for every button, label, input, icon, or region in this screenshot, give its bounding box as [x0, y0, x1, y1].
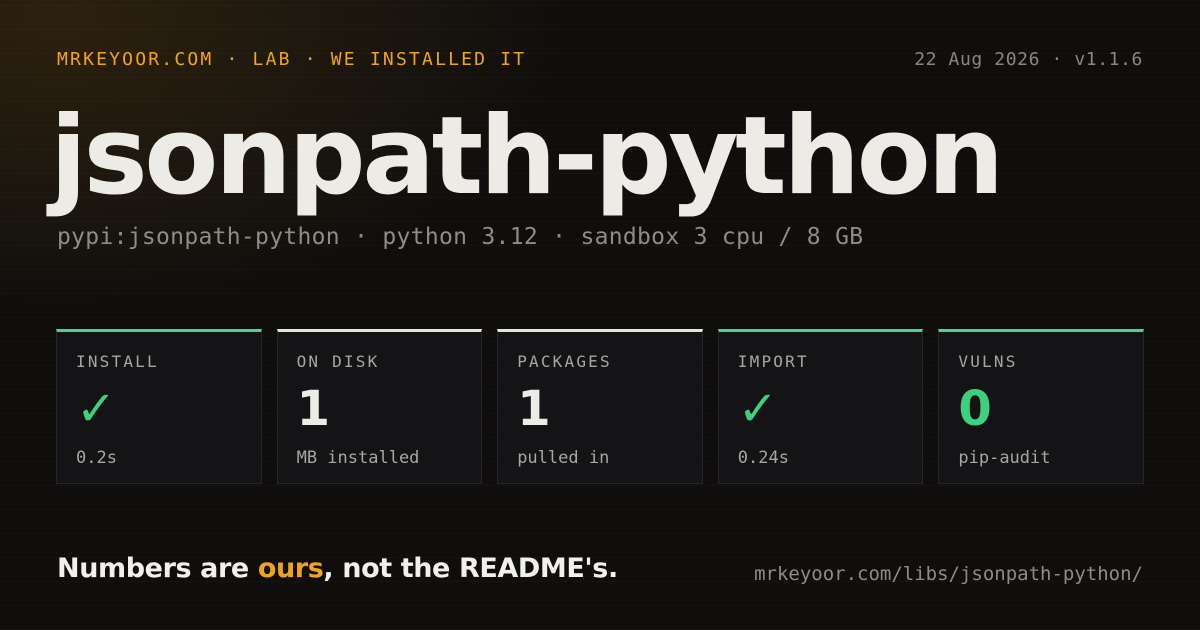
stat-card-install: INSTALL ✓ 0.2s	[56, 329, 262, 484]
stat-value: 0	[958, 381, 992, 437]
tagline: Numbers are ours, not the README's.	[57, 553, 618, 584]
package-details: pypi:jsonpath-python · python 3.12 · san…	[57, 224, 864, 250]
stat-value: 1	[517, 381, 551, 437]
stat-value: 1	[296, 381, 330, 437]
date-version: 22 Aug 2026 · v1.1.6	[914, 49, 1143, 70]
stat-note: pulled in	[517, 448, 610, 468]
stat-label: INSTALL	[76, 352, 159, 371]
page-url: mrkeyoor.com/libs/jsonpath-python/	[754, 563, 1143, 585]
site-breadcrumb: MRKEYOOR.COM · LAB · WE INSTALLED IT	[57, 49, 527, 70]
stat-label: PACKAGES	[517, 352, 612, 371]
tagline-accent: ours	[257, 553, 324, 584]
stat-label: VULNS	[958, 352, 1018, 371]
stat-note: 0.24s	[737, 448, 789, 468]
stat-card-import: IMPORT ✓ 0.24s	[717, 329, 924, 484]
stats-cards: INSTALL ✓ 0.2s ON DISK 1 MB installed PA…	[56, 329, 1144, 484]
checkmark-icon: ✓	[737, 381, 778, 437]
tagline-end: , not the README's.	[323, 553, 618, 584]
tagline-start: Numbers are	[57, 553, 258, 584]
stat-label: ON DISK	[296, 352, 380, 371]
stat-label: IMPORT	[737, 352, 809, 371]
stat-note: 0.2s	[76, 448, 117, 468]
stat-card-vulns: VULNS 0 pip-audit	[938, 329, 1144, 484]
stat-card-on-disk: ON DISK 1 MB installed	[276, 329, 483, 484]
stat-note: pip-audit	[958, 448, 1051, 468]
stat-note: MB installed	[296, 448, 420, 468]
checkmark-icon: ✓	[76, 381, 117, 437]
page-title: jsonpath-python	[50, 94, 1004, 219]
stat-card-packages: PACKAGES 1 pulled in	[497, 329, 703, 484]
